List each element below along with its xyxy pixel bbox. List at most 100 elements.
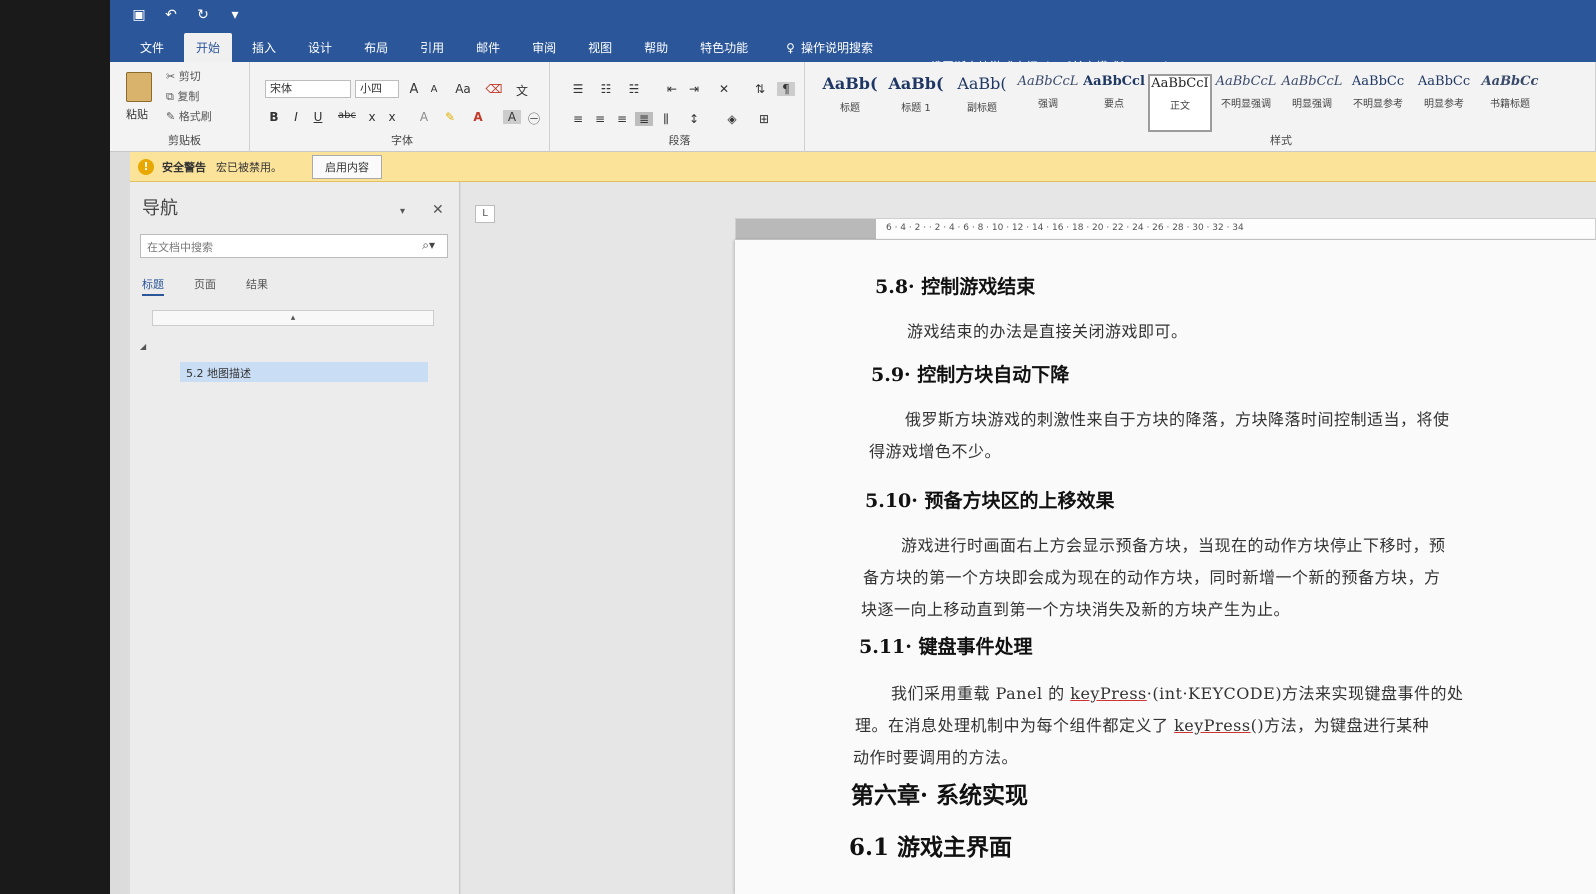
tab-mailings[interactable]: 邮件 <box>464 33 512 62</box>
tab-design[interactable]: 设计 <box>296 33 344 62</box>
enclose-char-icon[interactable]: ㊀ <box>525 110 543 127</box>
style-intense-emphasis[interactable]: AaBbCcL 明显强调 <box>1280 74 1344 132</box>
style-book-title[interactable]: AaBbCc 书籍标题 <box>1478 74 1542 132</box>
tab-help[interactable]: 帮助 <box>632 33 680 62</box>
search-icon[interactable]: ⌕▾ <box>422 238 435 253</box>
warning-icon: ! <box>138 158 154 175</box>
strikethrough-button[interactable]: abc <box>335 110 359 121</box>
nav-search-input[interactable]: 在文档中搜索 ⌕▾ <box>140 234 448 258</box>
align-left-icon[interactable]: ≡ <box>569 112 587 126</box>
superscript-button[interactable]: x <box>383 110 401 124</box>
redo-icon[interactable]: ↻ <box>194 6 212 24</box>
font-name-select[interactable]: 宋体 <box>265 80 351 98</box>
borders-icon[interactable]: ⊞ <box>755 112 773 126</box>
nav-heading-item[interactable]: 5.2 地图描述 <box>180 362 428 382</box>
enable-content-button[interactable]: 启用内容 <box>312 154 382 179</box>
quick-access-toolbar: ▣ ↶ ↻ ▾ <box>130 6 244 24</box>
lightbulb-icon: ♀ <box>786 40 795 55</box>
chapter-6-heading: 第六章· 系统实现 <box>851 782 1029 809</box>
chevron-down-icon[interactable]: ▾ <box>400 206 405 217</box>
brush-icon: ✎ <box>166 110 179 123</box>
tab-layout[interactable]: 布局 <box>352 33 400 62</box>
tab-review[interactable]: 审阅 <box>520 33 568 62</box>
chinese-layout-icon[interactable]: ✕ <box>715 82 733 96</box>
sort-icon[interactable]: ⇅ <box>751 82 769 96</box>
tab-view[interactable]: 视图 <box>576 33 624 62</box>
style-subtitle[interactable]: AaBb(副标题 <box>950 74 1014 132</box>
style-subtle-emphasis[interactable]: AaBbCcL 不明显强调 <box>1214 74 1278 132</box>
tab-file[interactable]: 文件 <box>128 33 176 62</box>
nav-tab-pages[interactable]: 页面 <box>194 276 216 296</box>
ruler-numbers: 6 · 4 · 2 · · 2 · 4 · 6 · 8 · 10 · 12 · … <box>886 223 1244 233</box>
paragraph-5-9-line2: 得游戏增色不少。 <box>869 442 1002 461</box>
format-painter-button[interactable]: ✎ 格式刷 <box>166 108 212 124</box>
font-size-select[interactable]: 小四 <box>355 80 399 98</box>
paragraph-5-9-line1: 俄罗斯方块游戏的刺激性来自于方块的降落，方块降落时间控制适当，将使 <box>905 410 1450 429</box>
tab-features[interactable]: 特色功能 <box>688 33 760 62</box>
align-right-icon[interactable]: ≡ <box>613 112 631 126</box>
save-icon[interactable]: ▣ <box>130 6 148 24</box>
style-heading-1[interactable]: AaBb(标题 1 <box>884 74 948 132</box>
font-label: 字体 <box>391 134 413 147</box>
tab-selector-icon[interactable]: L <box>475 205 495 223</box>
tab-home[interactable]: 开始 <box>184 33 233 62</box>
underline-button[interactable]: U <box>309 110 327 124</box>
ribbon-tabs: 文件 开始 插入 设计 布局 引用 邮件 审阅 视图 帮助 特色功能 ♀ 操作说… <box>110 28 1596 62</box>
char-shading-icon[interactable]: A <box>503 110 521 124</box>
font-group: 宋体 小四 A A Aa ⌫ 文 B I U abc x x A ✎ A A ㊀… <box>255 62 550 152</box>
align-center-icon[interactable]: ≡ <box>591 112 609 126</box>
copy-button[interactable]: ⧉ 复制 <box>166 88 199 104</box>
style-title[interactable]: AaBb(标题 <box>818 74 882 132</box>
justify-icon[interactable]: ≣ <box>635 112 653 126</box>
style-intense-reference[interactable]: AaBbCc 明显参考 <box>1412 74 1476 132</box>
bold-button[interactable]: B <box>265 110 283 124</box>
horizontal-ruler[interactable]: 6 · 4 · 2 · · 2 · 4 · 6 · 8 · 10 · 12 · … <box>735 218 1596 240</box>
line-spacing-icon[interactable]: ↕ <box>685 112 703 126</box>
document-page[interactable]: 5.8· 控制游戏结束 游戏结束的办法是直接关闭游戏即可。 5.9· 控制方块自… <box>735 240 1596 894</box>
italic-button[interactable]: I <box>287 110 305 124</box>
navigation-pane: 导航 ▾ ✕ 在文档中搜索 ⌕▾ 标题 页面 结果 ▴ ◢ 5.2 地图描述 <box>130 182 460 894</box>
tab-insert[interactable]: 插入 <box>240 33 288 62</box>
distribute-icon[interactable]: ⫼ <box>657 112 675 127</box>
font-color-icon[interactable]: A <box>469 110 487 124</box>
cut-button[interactable]: ✂ 剪切 <box>166 68 201 84</box>
paragraph-label: 段落 <box>668 134 691 147</box>
show-marks-icon[interactable]: ¶ <box>777 82 795 96</box>
grow-font-button[interactable]: A <box>405 82 423 97</box>
ribbon-home: 粘贴 ✂ 剪切 ⧉ 复制 ✎ 格式刷 剪贴板 宋体 小四 A A Aa ⌫ 文 … <box>110 62 1596 152</box>
nav-collapse-all[interactable]: ▴ <box>152 310 434 326</box>
nav-tab-results[interactable]: 结果 <box>246 276 268 296</box>
highlight-icon[interactable]: ✎ <box>441 110 459 124</box>
scissors-icon: ✂ <box>166 70 179 83</box>
style-strong[interactable]: AaBbCcl 要点 <box>1082 74 1146 132</box>
heading-5-8: 5.8· 控制游戏结束 <box>875 276 1036 298</box>
copy-icon: ⧉ <box>166 90 178 103</box>
paragraph-5-10-line3: 块逐一向上移动直到第一个方块消失及新的方块产生为止。 <box>861 600 1291 619</box>
expand-triangle-icon[interactable]: ◢ <box>140 342 146 351</box>
style-subtle-reference[interactable]: AaBbCc 不明显参考 <box>1346 74 1410 132</box>
change-case-button[interactable]: Aa <box>451 82 475 96</box>
clear-format-icon[interactable]: ⌫ <box>485 82 503 96</box>
style-normal[interactable]: AaBbCcI 正文 <box>1148 74 1212 132</box>
decrease-indent-icon[interactable]: ⇤ <box>663 82 681 96</box>
paste-icon[interactable] <box>126 72 152 102</box>
subscript-button[interactable]: x <box>363 110 381 124</box>
close-icon[interactable]: ✕ <box>432 202 444 218</box>
increase-indent-icon[interactable]: ⇥ <box>685 82 703 96</box>
styles-group: AaBb(标题 AaBb(标题 1 AaBb(副标题 AaBbCcL 强调 AaB… <box>810 62 1596 152</box>
shrink-font-button[interactable]: A <box>425 84 443 95</box>
phonetic-icon[interactable]: 文 <box>513 82 531 99</box>
shading-icon[interactable]: ◈ <box>723 112 741 126</box>
styles-label: 样式 <box>1270 134 1292 147</box>
text-effects-icon[interactable]: A <box>415 110 433 124</box>
numbering-icon[interactable]: ☷ <box>597 82 615 96</box>
undo-icon[interactable]: ↶ <box>162 6 180 24</box>
paste-button[interactable]: 粘贴 <box>126 106 148 122</box>
bullets-icon[interactable]: ☰ <box>569 82 587 96</box>
nav-tab-headings[interactable]: 标题 <box>142 276 164 296</box>
tell-me-search[interactable]: ♀ 操作说明搜索 <box>786 39 873 62</box>
multilevel-list-icon[interactable]: ☵ <box>625 82 643 96</box>
customize-qa-icon[interactable]: ▾ <box>226 6 244 24</box>
tab-references[interactable]: 引用 <box>408 33 456 62</box>
style-emphasis[interactable]: AaBbCcL 强调 <box>1016 74 1080 132</box>
